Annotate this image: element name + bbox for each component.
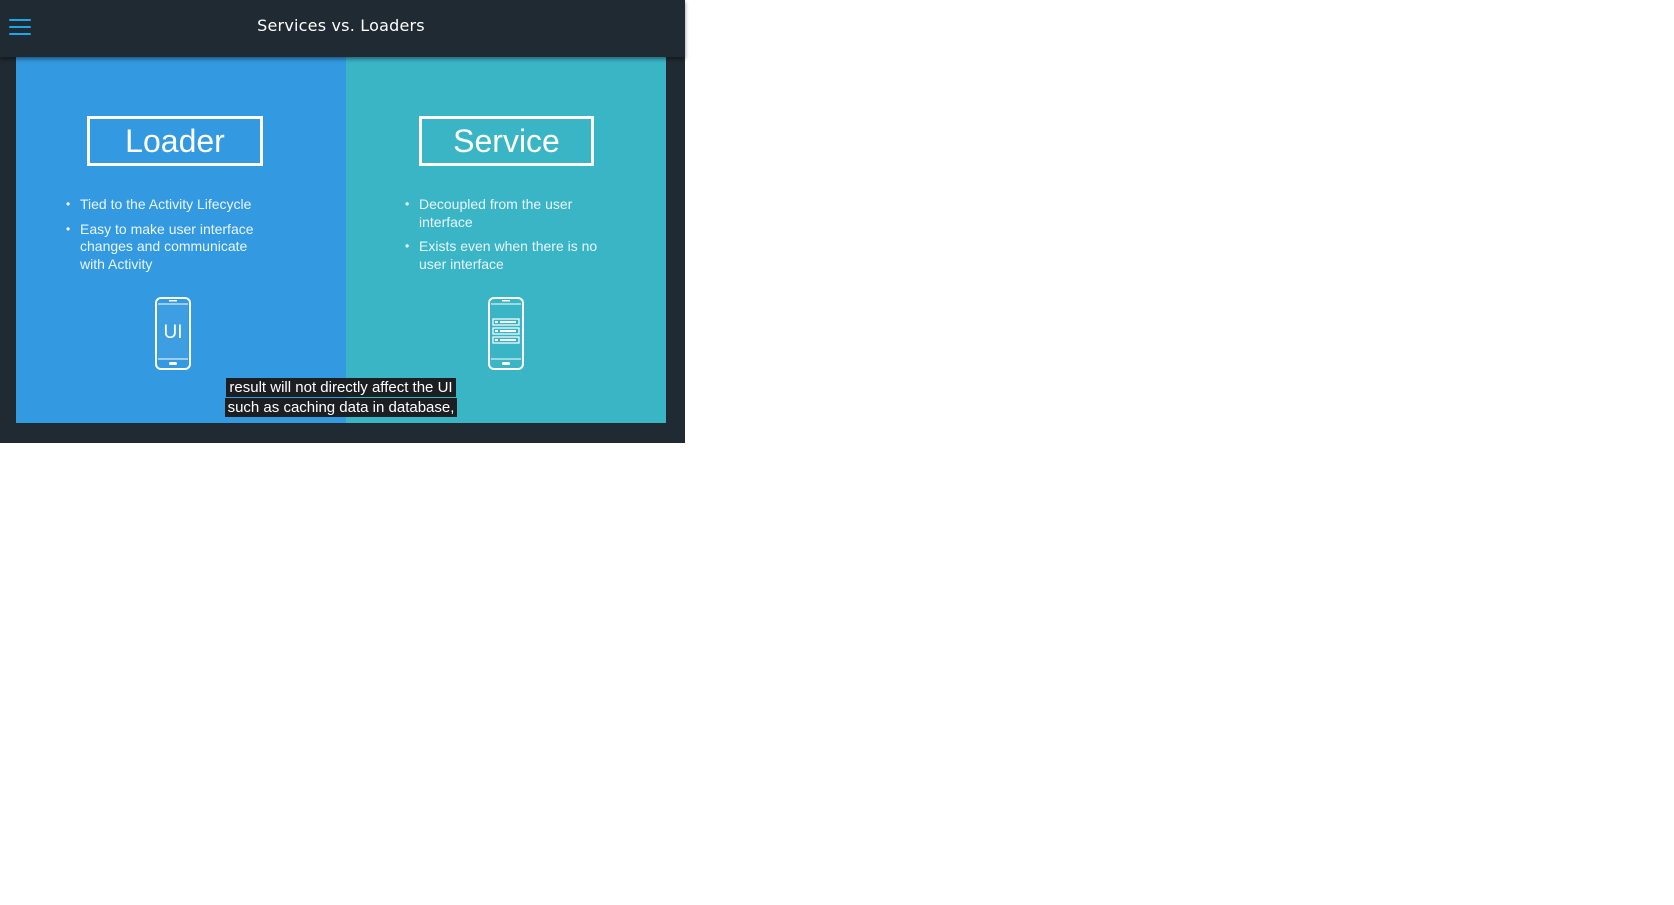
service-bullet: Exists even when there is no user interf… (405, 238, 620, 273)
loader-bullet-list: Tied to the Activity Lifecycle Easy to m… (66, 196, 271, 280)
app-window: Services vs. Loaders Loader Tied to the … (0, 0, 685, 443)
video-player[interactable]: Loader Tied to the Activity Lifecycle Ea… (16, 57, 666, 423)
service-heading: Service (419, 116, 594, 166)
page-title: Services vs. Loaders (257, 16, 425, 35)
service-bullet-list: Decoupled from the user interface Exists… (405, 196, 620, 280)
service-panel: Service Decoupled from the user interfac… (346, 57, 666, 423)
loader-panel: Loader Tied to the Activity Lifecycle Ea… (16, 57, 346, 423)
service-bullet: Decoupled from the user interface (405, 196, 620, 231)
phone-ui-icon: UI (155, 297, 191, 370)
top-app-bar: Services vs. Loaders (0, 0, 685, 57)
phone-ui-label: UI (164, 322, 183, 343)
caption-line: result will not directly affect the UI (226, 378, 456, 397)
caption-line: such as caching data in database, (224, 398, 458, 417)
loader-heading: Loader (87, 116, 263, 166)
phone-list-icon (488, 297, 524, 370)
loader-bullet: Easy to make user interface changes and … (66, 221, 271, 274)
video-captions: result will not directly affect the UI s… (216, 377, 466, 417)
loader-bullet: Tied to the Activity Lifecycle (66, 196, 271, 214)
